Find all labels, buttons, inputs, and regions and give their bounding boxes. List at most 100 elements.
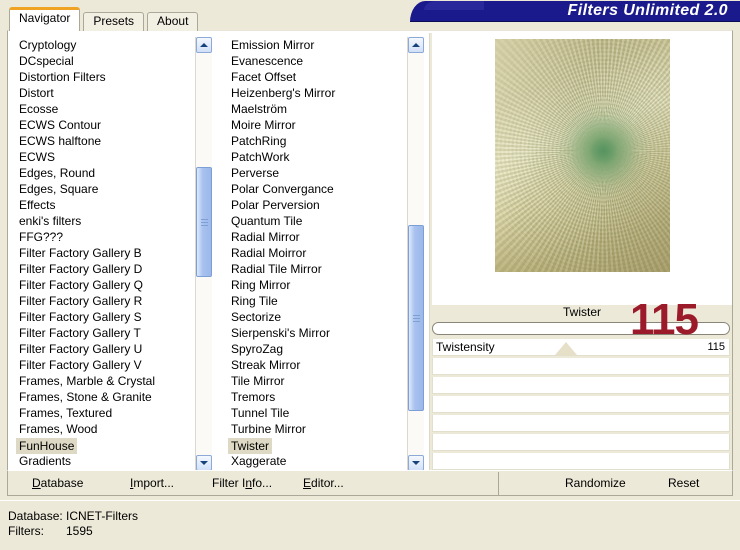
filter-item[interactable]: Heizenberg's Mirror [228,85,406,101]
toolbar-separator [498,472,499,495]
category-item[interactable]: Edges, Square [16,181,194,197]
category-item[interactable]: DCspecial [16,53,194,69]
parameter-row[interactable] [432,415,730,432]
status-database-label: Database: [8,509,63,523]
status-filters-value: 1595 [66,524,93,538]
scrollbar-thumb[interactable] [196,167,212,277]
filter-item[interactable]: Turbine Mirror [228,421,406,437]
filter-item[interactable]: Quantum Tile [228,213,406,229]
tab-strip: Navigator Presets About [9,7,201,31]
parameter-slider-handle[interactable] [555,342,578,355]
filter-item[interactable]: Maelström [228,101,406,117]
scroll-up-button[interactable] [408,37,424,53]
category-item[interactable]: Filter Factory Gallery Q [16,277,194,293]
scrollbar-thumb[interactable] [408,225,424,411]
filter-item[interactable]: Polar Convergance [228,181,406,197]
filter-item[interactable]: Radial Moirror [228,245,406,261]
scroll-down-button[interactable] [196,455,212,471]
status-bar: Database: ICNET-Filters Filters: 1595 Ap… [0,500,740,550]
reset-button[interactable]: Reset [668,475,699,492]
category-item[interactable]: FunHouse [16,438,78,454]
category-item[interactable]: Filter Factory Gallery U [16,341,194,357]
filter-preview-image[interactable] [495,39,670,272]
filter-list-scrollbar[interactable] [407,37,424,471]
app-title: Filters Unlimited 2.0 [567,2,728,19]
chevron-up-icon [200,43,208,47]
filter-item[interactable]: Tile Mirror [228,373,406,389]
category-list-items[interactable]: Cryptology DCspecial Distortion Filters Dis… [16,37,194,471]
scroll-down-button[interactable] [408,455,424,471]
category-list-scrollbar[interactable] [195,37,212,471]
category-item[interactable]: Filter Factory Gallery T [16,325,194,341]
parameter-panel-title: Twister [432,305,732,320]
database-menu-button[interactable]: Database [32,475,83,492]
filter-item[interactable]: Ring Mirror [228,277,406,293]
filter-item[interactable]: Emission Mirror [228,37,406,53]
editor-menu-button[interactable]: Editor... [303,475,344,492]
parameter-row[interactable] [432,453,730,470]
category-item[interactable]: Edges, Round [16,165,194,181]
category-item[interactable]: Filter Factory Gallery V [16,357,194,373]
category-item[interactable]: ECWS halftone [16,133,194,149]
parameter-row[interactable] [432,434,730,451]
category-item[interactable]: ECWS [16,149,194,165]
scroll-up-button[interactable] [196,37,212,53]
filter-item[interactable]: Ring Tile [228,293,406,309]
filter-info-menu-button[interactable]: Filter Info... [212,475,272,492]
status-database-row: Database: [8,509,63,524]
category-item[interactable]: Frames, Wood [16,421,194,437]
category-item[interactable]: Gradients [16,453,194,469]
filter-item[interactable]: Moire Mirror [228,117,406,133]
filter-item[interactable]: Xaggerate [228,453,406,469]
category-item[interactable]: Distort [16,85,194,101]
import-menu-button[interactable]: Import... [130,475,174,492]
parameter-row[interactable] [432,358,730,375]
filter-item[interactable]: Streak Mirror [228,357,406,373]
status-info: Database: ICNET-Filters Filters: 1595 [8,509,478,543]
category-item[interactable]: Frames, Textured [16,405,194,421]
category-item[interactable]: ECWS Contour [16,117,194,133]
filter-list[interactable]: Emission Mirror Evanescence Facet Offset He… [228,37,424,471]
parameter-row[interactable] [432,396,730,413]
parameter-row[interactable]: Twistensity 115 [432,339,730,356]
category-item[interactable]: Filter Factory Gallery B [16,245,194,261]
category-item[interactable]: enki's filters [16,213,194,229]
filter-item[interactable]: Sierpenski's Mirror [228,325,406,341]
category-item[interactable]: Frames, Stone & Granite [16,389,194,405]
filter-item[interactable]: Sectorize [228,309,406,325]
category-item[interactable]: Filter Factory Gallery D [16,261,194,277]
filter-item[interactable]: Tunnel Tile [228,405,406,421]
filter-item[interactable]: Facet Offset [228,69,406,85]
filter-item[interactable]: Radial Tile Mirror [228,261,406,277]
category-item[interactable]: FFG??? [16,229,194,245]
category-item[interactable]: Cryptology [16,37,194,53]
tab-about[interactable]: About [147,12,199,31]
filter-item[interactable]: PatchWork [228,149,406,165]
filter-item[interactable]: Perverse [228,165,406,181]
filter-list-items[interactable]: Emission Mirror Evanescence Facet Offset He… [228,37,406,471]
chevron-down-icon [412,461,420,465]
filter-item[interactable]: PatchRing [228,133,406,149]
category-item[interactable]: Frames, Marble & Crystal [16,373,194,389]
category-item[interactable]: Effects [16,197,194,213]
parameter-row[interactable] [432,377,730,394]
category-item[interactable]: Ecosse [16,101,194,117]
preset-slider-bar[interactable] [432,322,730,335]
filter-item[interactable]: Radial Mirror [228,229,406,245]
randomize-button[interactable]: Randomize [565,475,626,492]
grip-icon [201,219,208,226]
parameter-panel: Twister Twistensity 115 [432,305,732,491]
filters-unlimited-window: Filters Unlimited 2.0 Navigator Presets … [0,0,740,550]
category-item[interactable]: Distortion Filters [16,69,194,85]
navigator-panel: Cryptology DCspecial Distortion Filters Dis… [7,30,733,496]
filter-item[interactable]: Polar Perversion [228,197,406,213]
filter-item[interactable]: SpyroZag [228,341,406,357]
filter-item[interactable]: Evanescence [228,53,406,69]
filter-item[interactable]: Twister [228,438,273,454]
category-item[interactable]: Filter Factory Gallery R [16,293,194,309]
tab-presets[interactable]: Presets [83,12,145,31]
category-item[interactable]: Filter Factory Gallery S [16,309,194,325]
category-list[interactable]: Cryptology DCspecial Distortion Filters Dis… [16,37,212,471]
tab-navigator[interactable]: Navigator [9,7,81,31]
filter-item[interactable]: Tremors [228,389,406,405]
